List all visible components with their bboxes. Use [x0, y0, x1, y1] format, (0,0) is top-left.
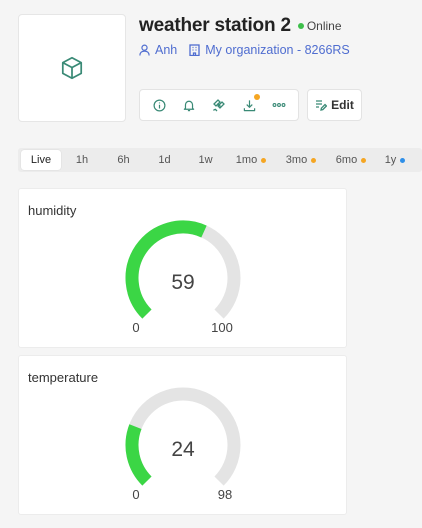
more-icon — [272, 103, 286, 107]
range-tab-1d[interactable]: 1d — [144, 150, 185, 170]
device-image-card — [18, 14, 126, 122]
gauge-max-label: 98 — [218, 487, 232, 502]
range-tab-label: 1d — [158, 154, 171, 166]
time-range-selector: Live 1h 6h 1d 1w 1mo 3mo 6mo 1y — [18, 148, 422, 172]
edit-dashboard-icon — [316, 100, 328, 111]
range-dot — [400, 157, 406, 163]
device-title: weather station 2 — [139, 15, 291, 36]
gauge-widget-temperature[interactable]: temperature 24 0 98 — [18, 355, 347, 515]
range-tab-label: 1w — [198, 154, 213, 166]
range-tab-label: 1y — [384, 154, 397, 166]
gauge-max-label: 100 — [211, 320, 233, 335]
cube-icon — [61, 56, 83, 80]
range-tab-1w[interactable]: 1w — [185, 150, 226, 170]
status-dot — [297, 23, 304, 29]
edit-button[interactable]: Edit — [307, 89, 362, 121]
edit-label: Edit — [331, 98, 354, 112]
status-badge: Online — [297, 19, 342, 33]
range-dot — [311, 157, 317, 163]
gauge-value: 59 — [171, 271, 194, 294]
title-row: weather station 2 Online — [139, 15, 342, 37]
gauge-widget-humidity[interactable]: humidity 59 0 100 — [18, 188, 347, 348]
device-toolbar — [139, 89, 299, 121]
range-tab-live[interactable]: Live — [21, 150, 61, 170]
owner-name: Anh — [155, 43, 178, 57]
gauge-min-label: 0 — [132, 320, 139, 335]
more-button[interactable] — [267, 93, 291, 117]
download-icon — [243, 99, 255, 111]
gauge-temperature: 24 0 98 — [125, 387, 241, 502]
owner-link[interactable]: Anh — [139, 43, 177, 57]
range-tab-6h[interactable]: 6h — [103, 150, 144, 170]
gauge-min-label: 0 — [132, 487, 139, 502]
info-button[interactable] — [147, 93, 171, 117]
bell-icon — [183, 100, 195, 111]
organization-name: My organization - 8266RS — [205, 43, 350, 57]
range-tab-1h[interactable]: 1h — [61, 150, 103, 170]
range-tab-label: 6h — [117, 154, 130, 166]
user-icon — [139, 44, 150, 56]
range-tab-1mo[interactable]: 1mo — [226, 150, 276, 170]
download-badge — [254, 94, 260, 100]
info-icon — [153, 99, 165, 111]
status-label: Online — [306, 19, 342, 33]
range-tab-label: 6mo — [335, 154, 358, 166]
satellite-icon — [213, 99, 225, 112]
organization-link[interactable]: My organization - 8266RS — [189, 43, 350, 57]
range-tab-label: 3mo — [285, 154, 308, 166]
range-tab-6mo[interactable]: 6mo — [326, 150, 376, 170]
range-dot — [361, 157, 367, 163]
building-icon — [189, 44, 200, 56]
satellite-button[interactable] — [207, 93, 231, 117]
range-tab-label: Live — [30, 154, 52, 166]
range-dot — [261, 157, 267, 163]
range-tab-1y[interactable]: 1y — [376, 150, 414, 170]
gauge-value: 24 — [171, 438, 195, 461]
gauge-humidity: 59 0 100 — [125, 220, 241, 335]
download-button[interactable] — [237, 93, 261, 117]
range-tab-label: 1mo — [235, 154, 258, 166]
notifications-button[interactable] — [177, 93, 201, 117]
device-meta: Anh My organization - 8266RS — [139, 43, 350, 57]
range-tab-label: 1h — [75, 154, 89, 166]
range-tab-3mo[interactable]: 3mo — [276, 150, 326, 170]
gauge-value-arc — [125, 424, 152, 486]
